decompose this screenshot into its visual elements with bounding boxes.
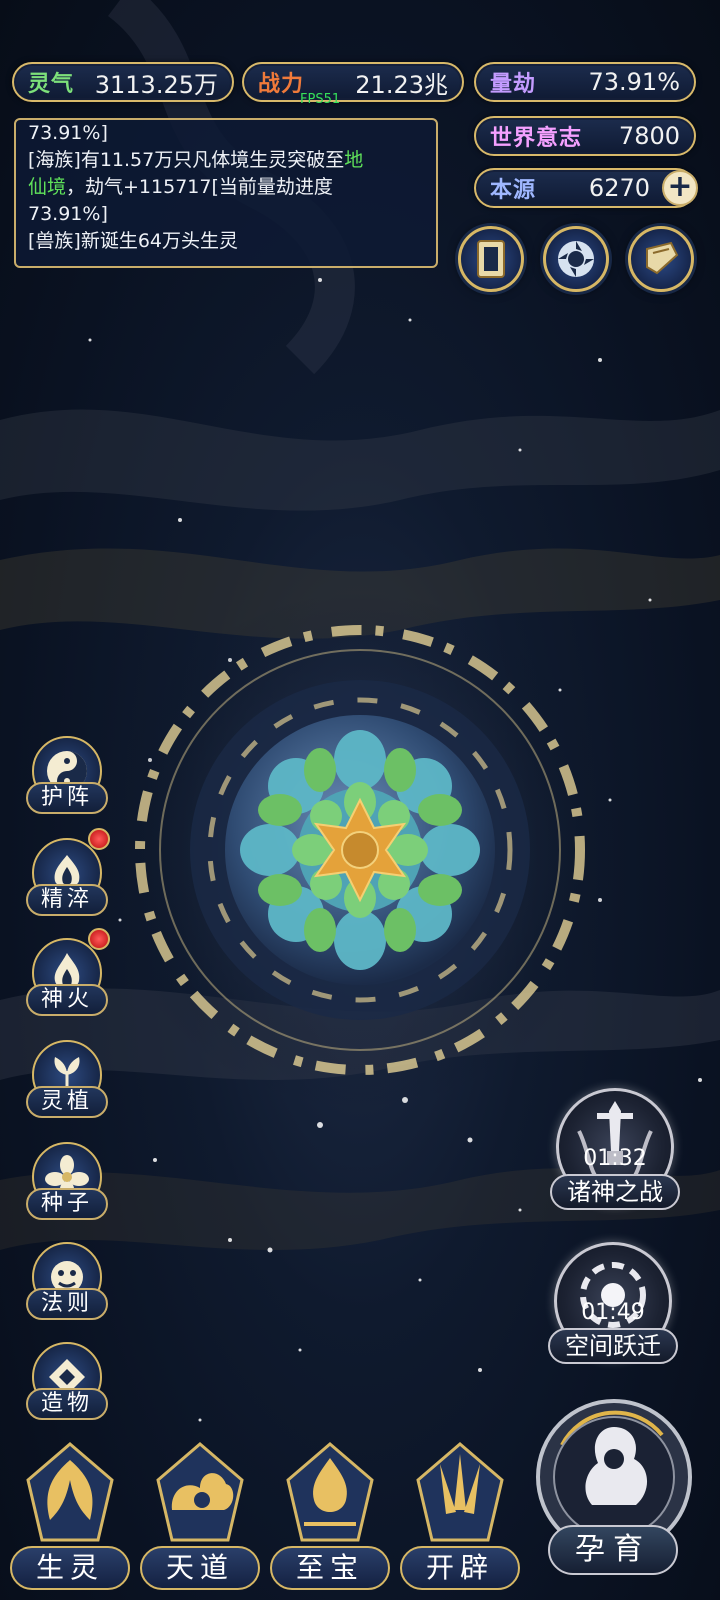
zhanli-resource: 战力 21.23兆 bbox=[242, 62, 464, 102]
log-line: 仙境，劫气+115717[当前量劫进度 bbox=[28, 176, 333, 198]
side-button-label: 护阵 bbox=[26, 782, 108, 814]
card-button[interactable] bbox=[458, 226, 524, 292]
log-line: 73.91%] bbox=[28, 203, 108, 225]
vortex-button[interactable] bbox=[543, 226, 609, 292]
benyuan-value: 6270 bbox=[588, 174, 650, 202]
nav-label: 天道 bbox=[140, 1546, 260, 1590]
notification-badge bbox=[88, 928, 110, 950]
yunyu-button[interactable]: 孕育 bbox=[532, 1395, 702, 1595]
world-will-value: 7800 bbox=[618, 122, 680, 150]
benyuan-label: 本源 bbox=[490, 178, 537, 203]
side-button-label: 灵植 bbox=[26, 1086, 108, 1118]
event-timer: 01:49 bbox=[581, 1300, 645, 1325]
nav-label: 至宝 bbox=[270, 1546, 390, 1590]
world-will-resource[interactable]: 世界意志 7800 bbox=[474, 116, 696, 156]
fps-counter: FPS51 bbox=[300, 92, 341, 107]
lingqi-resource: 灵气 3113.25万 bbox=[12, 62, 234, 102]
log-line: [兽族]新诞生64万头生灵 bbox=[28, 230, 239, 252]
log-line: 73.91%] bbox=[28, 122, 108, 144]
side-button-jingcui[interactable]: 精淬 bbox=[26, 828, 110, 920]
side-button-shenhuo[interactable]: 神火 bbox=[26, 928, 110, 1020]
side-button-label: 种子 bbox=[26, 1188, 108, 1220]
nav-button-kaipi[interactable]: 开辟 bbox=[400, 1440, 520, 1590]
zhanli-value: 21.23兆 bbox=[355, 70, 448, 99]
cloud-swirl-icon bbox=[156, 1442, 244, 1542]
blade-fan-icon bbox=[416, 1442, 504, 1542]
side-button-huzhen[interactable]: 护阵 bbox=[26, 736, 108, 818]
nav-button-tiandao[interactable]: 天道 bbox=[140, 1440, 260, 1590]
liangjie-value: 73.91% bbox=[588, 68, 680, 96]
treasure-icon bbox=[286, 1442, 374, 1542]
event-label: 空间跃迁 bbox=[548, 1328, 678, 1364]
event-label: 诸神之战 bbox=[550, 1174, 680, 1210]
event-log[interactable]: 73.91%] [海族]有11.57万只凡体境生灵突破至地 仙境，劫气+1157… bbox=[14, 118, 438, 268]
scroll-icon bbox=[646, 241, 679, 275]
event-timer: 01:32 bbox=[583, 1146, 647, 1171]
add-benyuan-button[interactable]: + bbox=[662, 170, 698, 206]
side-button-label: 法则 bbox=[26, 1288, 108, 1320]
side-button-faze[interactable]: 法则 bbox=[26, 1242, 108, 1324]
yunyu-label: 孕育 bbox=[548, 1525, 678, 1575]
side-button-lingzhi[interactable]: 灵植 bbox=[26, 1040, 108, 1122]
nav-label: 开辟 bbox=[400, 1546, 520, 1590]
scroll-button[interactable] bbox=[628, 226, 694, 292]
card-icon bbox=[477, 240, 505, 278]
liangjie-label: 量劫 bbox=[490, 72, 537, 97]
side-button-zaowu[interactable]: 造物 bbox=[26, 1342, 108, 1424]
event-button-space-jump[interactable]: 01:49 空间跃迁 bbox=[548, 1242, 678, 1364]
phoenix-icon bbox=[26, 1442, 114, 1542]
side-button-label: 神火 bbox=[26, 984, 108, 1016]
world-will-label: 世界意志 bbox=[490, 126, 583, 151]
nav-button-zhibao[interactable]: 至宝 bbox=[270, 1440, 390, 1590]
log-line: [海族]有11.57万只凡体境生灵突破至地 bbox=[28, 149, 364, 171]
side-button-label: 造物 bbox=[26, 1388, 108, 1420]
liangjie-resource[interactable]: 量劫 73.91% bbox=[474, 62, 696, 102]
event-button-war-of-gods[interactable]: 01:32 诸神之战 bbox=[550, 1088, 680, 1210]
nav-label: 生灵 bbox=[10, 1546, 130, 1590]
lingqi-value: 3113.25万 bbox=[94, 70, 218, 99]
vortex-icon bbox=[558, 241, 594, 277]
notification-badge bbox=[88, 828, 110, 850]
side-button-zhongzi[interactable]: 种子 bbox=[26, 1142, 108, 1224]
nav-button-shengling[interactable]: 生灵 bbox=[10, 1440, 130, 1590]
lingqi-label: 灵气 bbox=[28, 72, 75, 97]
zhanli-label: 战力 bbox=[258, 72, 305, 97]
side-button-label: 精淬 bbox=[26, 884, 108, 916]
plus-icon: + bbox=[667, 169, 693, 204]
